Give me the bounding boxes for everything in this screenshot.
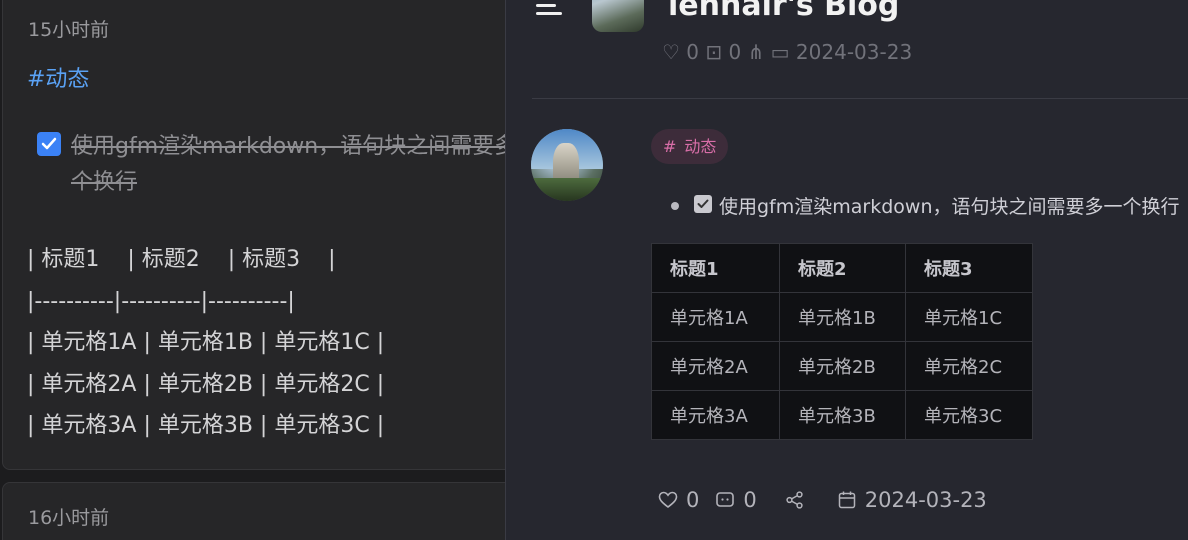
memo-tag-link[interactable]: #动态 [27, 61, 89, 93]
blog-logo[interactable] [592, 0, 644, 32]
share-icon [786, 491, 803, 509]
table-header-row: 标题1 标题2 标题3 [651, 243, 1033, 293]
todo-text: 使用gfm渲染markdown，语句块之间需要多一个换行 [71, 134, 539, 195]
table-cell: 单元格3C [905, 390, 1033, 440]
table-header-cell: 标题3 [905, 243, 1033, 293]
comment-icon [716, 492, 735, 507]
blog-title[interactable]: lehhair's Blog [668, 0, 899, 23]
task-text: 使用gfm渲染markdown，语句块之间需要多一个换行 [719, 196, 1180, 218]
markdown-line: | 单元格2A | 单元格2B | 单元格2C | [27, 371, 385, 397]
table-cell: 单元格1B [779, 292, 906, 342]
memo-card: 15小时前 #动态 使用gfm渲染markdown，语句块之间需要多一个换行 |… [2, 0, 562, 470]
post-actions: 0 0 2024-03-23 [658, 485, 987, 515]
calendar-icon [838, 491, 855, 509]
todo-checkbox[interactable] [37, 132, 61, 156]
blog-drawer: lehhair's Blog ♡ 0 ⊡ 0 ⋔ ▭ 2024-03-23 # 动… [505, 0, 1188, 540]
memo-time: 16小时前 [28, 507, 110, 529]
table-cell: 单元格3A [651, 390, 780, 440]
share-button[interactable] [785, 490, 805, 510]
markdown-line: | 标题1 | 标题2 | 标题3 | [27, 247, 336, 272]
post-date: 2024-03-23 [837, 488, 987, 512]
post-date-text: 2024-03-23 [864, 488, 987, 512]
table-row: 单元格2A 单元格2B 单元格2C [651, 341, 1033, 391]
markdown-line: | 单元格3A | 单元格3B | 单元格3C | [27, 413, 385, 438]
table-row: 单元格3A 单元格3B 单元格3C [651, 390, 1033, 440]
memo-card: 16小时前 [2, 482, 562, 540]
table-cell: 单元格2A [651, 341, 780, 391]
comment-count: 0 [743, 488, 757, 512]
markdown-source: | 标题1 | 标题2 | 标题3 | |----------|--------… [27, 239, 384, 447]
memo-time: 15小时前 [28, 19, 110, 41]
hash-icon: # [663, 137, 677, 156]
table-cell: 单元格3B [779, 390, 906, 440]
checkmark-icon [697, 199, 709, 208]
table-row: 单元格1A 单元格1B 单元格1C [651, 292, 1033, 342]
post-tag[interactable]: # 动态 [651, 129, 729, 164]
memo-list: 15小时前 #动态 使用gfm渲染markdown，语句块之间需要多一个换行 |… [0, 0, 562, 540]
table-cell: 单元格2B [779, 341, 906, 391]
menu-icon[interactable] [536, 0, 562, 18]
table-cell: 单元格1A [651, 292, 780, 342]
avatar[interactable] [531, 129, 603, 201]
post-divider [532, 98, 1188, 99]
like-count: 0 [686, 488, 700, 512]
table-header-cell: 标题1 [651, 243, 780, 293]
checkmark-icon [41, 137, 57, 150]
table-header-cell: 标题2 [779, 243, 906, 293]
table-cell: 单元格1C [905, 292, 1033, 342]
markdown-table: 标题1 标题2 标题3 单元格1A 单元格1B 单元格1C 单元格2A 单元格2… [651, 243, 1033, 440]
heart-icon [658, 491, 678, 509]
comment-button[interactable]: 0 [715, 488, 757, 512]
like-button[interactable]: 0 [658, 488, 699, 512]
post-tag-label: 动态 [684, 137, 717, 156]
table-cell: 单元格2C [905, 341, 1033, 391]
task-checkbox[interactable] [694, 195, 712, 213]
previous-post-meta: ♡ 0 ⊡ 0 ⋔ ▭ 2024-03-23 [662, 40, 913, 64]
list-bullet [671, 202, 679, 210]
markdown-line: |----------|----------|----------| [27, 288, 295, 314]
markdown-line: | 单元格1A | 单元格1B | 单元格1C | [27, 330, 385, 355]
